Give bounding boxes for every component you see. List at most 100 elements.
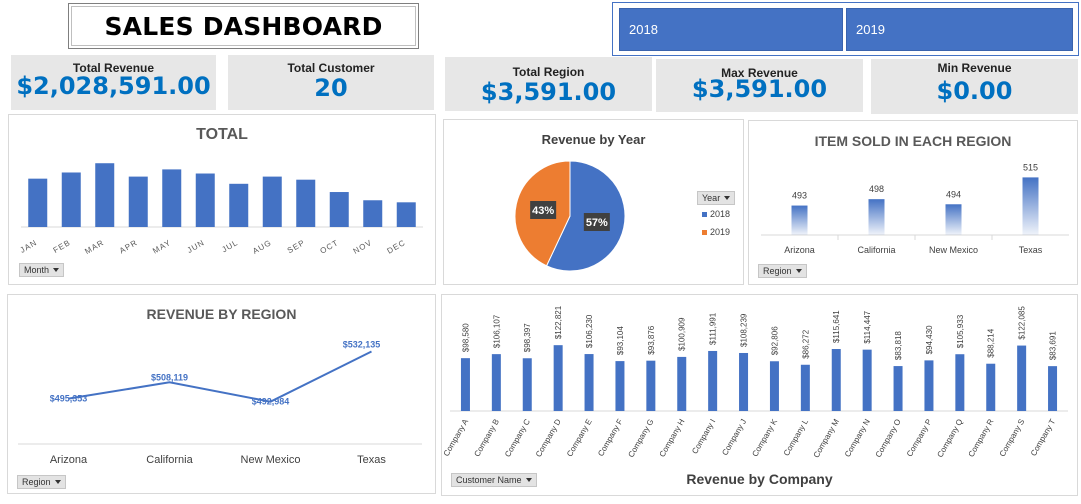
month-field-button[interactable]: Month (19, 263, 65, 277)
chevron-down-icon (724, 196, 731, 200)
field-button-label: Region (763, 266, 792, 276)
data-label: $532,135 (343, 339, 381, 349)
kpi-max-revenue: Max Revenue $3,591.00 (656, 59, 863, 112)
bar (491, 354, 501, 411)
revenue-by-year-panel: Revenue by Year 57% 43% 2018 2019 Year (443, 119, 744, 285)
region-field-button[interactable]: Region (17, 475, 66, 489)
revenue-by-company-chart: $98,580 Company A $106,107 Company B $98,397… (442, 305, 1068, 459)
bar (95, 163, 115, 227)
bar (28, 178, 48, 227)
data-label: 498 (869, 184, 884, 194)
kpi-value: $3,591.00 (480, 78, 617, 106)
x-tick-label: Company P (905, 418, 934, 459)
kpi-label: Total Customer (287, 61, 375, 75)
bar (1048, 366, 1058, 411)
x-tick-label: NOV (352, 238, 374, 256)
slicer-item-label: 2019 (856, 22, 885, 37)
data-label: $492,984 (252, 397, 290, 407)
x-tick-label: JAN (19, 238, 39, 255)
year-field-button[interactable]: Year (697, 191, 736, 205)
x-tick-label: Company S (998, 418, 1027, 459)
x-tick-label: Company G (626, 418, 655, 459)
x-tick-label: Company Q (935, 418, 964, 459)
data-label: $100,909 (678, 317, 687, 351)
x-tick-label: Company C (503, 417, 532, 458)
chevron-down-icon (53, 268, 60, 272)
chevron-down-icon (795, 269, 802, 273)
slicer-item-2019[interactable]: 2019 (846, 8, 1073, 51)
revenue-by-region-panel: REVENUE BY REGION $495,353 Arizona $508,11… (7, 294, 436, 494)
region-field-button[interactable]: Region (758, 264, 807, 278)
x-tick-label: New Mexico (929, 245, 978, 255)
x-tick-label: Texas (357, 454, 386, 466)
bar (329, 192, 349, 227)
chevron-down-icon (525, 478, 532, 482)
x-tick-label: Company T (1029, 417, 1057, 457)
chart-title: Revenue by Company (686, 471, 833, 487)
data-label: $93,104 (616, 326, 625, 355)
slicer-item-2018[interactable]: 2018 (619, 8, 843, 51)
x-tick-label: DEC (386, 238, 408, 256)
kpi-total-revenue: Total Revenue $2,028,591.00 (11, 55, 216, 110)
dashboard-title-text: SALES DASHBOARD (104, 11, 383, 41)
kpi-value: 20 (314, 74, 348, 102)
bar (522, 358, 532, 411)
x-tick-label: Company E (565, 418, 594, 459)
bar (862, 349, 872, 411)
x-tick-label: Company J (720, 418, 748, 458)
data-label: $106,230 (585, 314, 594, 348)
total-chart-panel: TOTAL JAN FEB MAR APR MAY JUN JUL AUG SEP OCT NOV D… (8, 114, 436, 285)
bar (986, 363, 996, 411)
bar (584, 354, 594, 411)
data-label: $98,397 (523, 323, 532, 352)
data-label: $508,119 (151, 372, 188, 382)
x-tick-label: JUN (186, 238, 207, 255)
bar (1022, 177, 1039, 235)
bar (296, 179, 316, 227)
bar (739, 352, 749, 411)
data-label: $122,085 (1018, 306, 1027, 340)
bar (61, 172, 81, 227)
x-tick-label: Texas (1019, 245, 1043, 255)
bar (460, 358, 470, 411)
data-label: $86,272 (801, 329, 810, 358)
legend-label: 2018 (710, 209, 730, 219)
x-tick-label: Company L (782, 417, 811, 457)
bar (924, 360, 934, 411)
bar (868, 199, 885, 235)
bar (769, 361, 779, 411)
x-tick-label: Company A (442, 417, 471, 458)
data-label: 43% (532, 205, 554, 217)
x-tick-label: Company D (534, 417, 563, 458)
field-button-label: Year (702, 193, 721, 203)
field-button-label: Month (24, 265, 50, 275)
x-tick-label: MAR (83, 238, 105, 256)
x-tick-label: FEB (52, 238, 73, 255)
data-label: $108,239 (740, 313, 749, 347)
x-tick-label: Company M (812, 417, 842, 459)
kpi-label: Total Region (512, 65, 585, 79)
bar (195, 173, 215, 227)
bar (893, 366, 903, 411)
year-slicer: 2018 2019 (612, 2, 1079, 56)
bar (363, 200, 383, 227)
bar (229, 183, 249, 227)
data-label: 494 (946, 189, 961, 199)
kpi-total-region: Total Region $3,591.00 (445, 57, 652, 111)
bar (677, 356, 687, 411)
x-tick-label: SEP (286, 238, 307, 255)
customer-name-field-button[interactable]: Customer Name (451, 473, 537, 487)
x-tick-label: Company N (843, 417, 872, 458)
x-tick-label: New Mexico (241, 454, 301, 466)
x-tick-label: Company H (658, 417, 687, 458)
x-tick-label: Company R (967, 417, 996, 458)
bar (553, 345, 563, 411)
data-label: $122,821 (554, 305, 563, 339)
data-label: $105,933 (956, 314, 965, 348)
kpi-value: $0.00 (936, 77, 1013, 105)
x-tick-label: Company F (596, 417, 625, 457)
data-label: $98,580 (461, 323, 470, 352)
x-tick-label: Company B (472, 418, 501, 459)
bar (1017, 345, 1027, 411)
data-label: $94,430 (925, 325, 934, 354)
